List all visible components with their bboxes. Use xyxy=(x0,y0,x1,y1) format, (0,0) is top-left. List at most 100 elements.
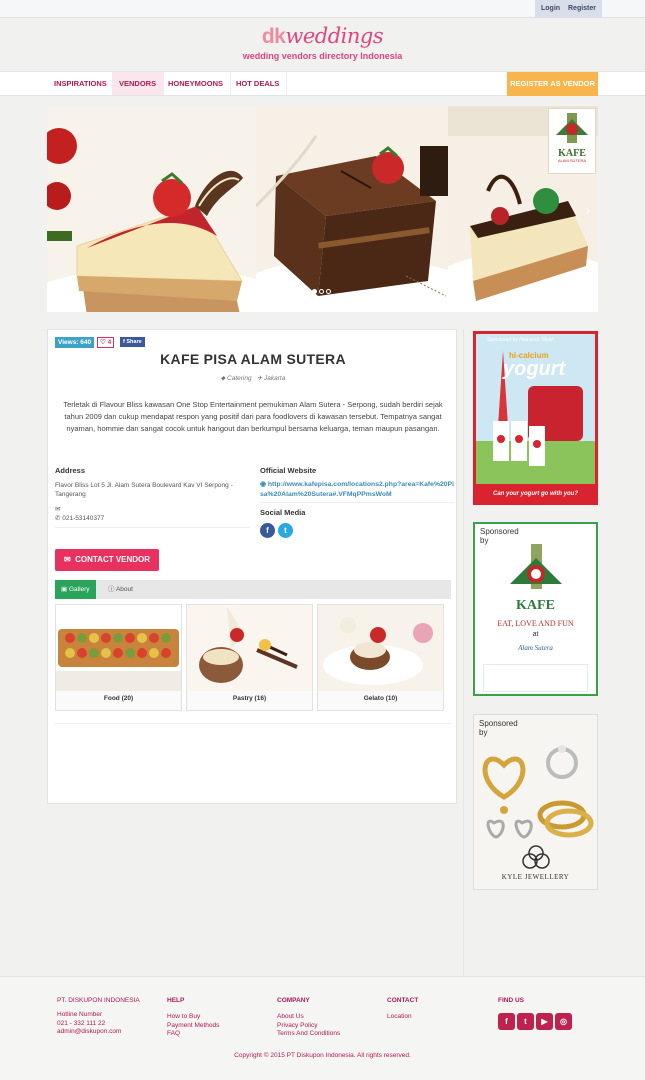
nav-item-vendors[interactable]: VENDORS xyxy=(112,72,165,95)
website-label: Official Website xyxy=(260,466,317,475)
ad-slogan: EAT, LOVE AND FUN xyxy=(497,619,574,628)
tab-gallery[interactable]: ▣ Gallery xyxy=(55,580,96,599)
site-footer: PT. DISKUPON INDONESIA Hotline Number 02… xyxy=(0,976,645,1080)
envelope-icon: ✉ xyxy=(63,555,71,564)
footer-help-title: HELP xyxy=(167,997,185,1004)
gallery-thumbnail xyxy=(56,605,181,691)
footer-company-info: PT. DISKUPON INDONESIA Hotline Number 02… xyxy=(57,997,157,1037)
carousel-next-icon[interactable]: › xyxy=(585,202,590,218)
divider xyxy=(260,502,455,503)
footer-contact: CONTACT Location xyxy=(387,997,418,1022)
gallery-caption: Pastry (16) xyxy=(232,695,267,702)
info-icon: ⓘ xyxy=(108,586,115,593)
footer-email-link[interactable]: admin@diskupon.com xyxy=(57,1028,157,1037)
nav-item-hot-deals[interactable]: HOT DEALS xyxy=(229,72,288,95)
footer-find-us: FIND US f t ▶ ◎ xyxy=(498,997,574,1030)
instagram-icon[interactable]: ◎ xyxy=(555,1013,572,1030)
nav-item-inspirations[interactable]: INSPIRATIONS xyxy=(47,72,115,95)
gallery-album-gelato[interactable]: Gelato (10) xyxy=(317,604,444,711)
twitter-icon[interactable]: t xyxy=(278,523,293,538)
sponsor-logo-kafe-pisa: KAFE ALAM SUTERA xyxy=(548,108,596,174)
footer-contact-title: CONTACT xyxy=(387,997,419,1004)
gallery-album-food[interactable]: Food (20) xyxy=(55,604,182,711)
vendor-tabs: ▣ Gallery ⓘ About xyxy=(55,580,451,599)
site-logo[interactable]: dkweddings xyxy=(262,24,384,48)
footer-help: HELP How to Buy Payment Methods FAQ xyxy=(167,997,219,1039)
vendor-city[interactable]: Jakarta xyxy=(264,375,285,382)
gallery-thumbnail xyxy=(318,605,443,691)
vendor-meta: ⬥ Catering ✈ Jakarta xyxy=(48,375,458,383)
ad-watermark xyxy=(483,664,588,692)
ad-tagline: Can your yogurt go with you? xyxy=(493,491,578,497)
footer-hotline: 021 - 332 111 22 xyxy=(57,1019,106,1027)
kyle-jewellery-logo-icon xyxy=(522,845,550,869)
vendor-description: Terletak di Flavour Bliss kawasan One St… xyxy=(63,400,443,433)
facebook-share-button[interactable]: f Share xyxy=(120,337,145,347)
footer-link-about-us[interactable]: About Us xyxy=(277,1013,340,1022)
vendor-website-link[interactable]: ◉ http://www.kafepisa.com/locations2.php… xyxy=(260,480,455,500)
tab-about[interactable]: ⓘ About xyxy=(102,580,139,599)
register-button[interactable]: Register xyxy=(562,0,603,18)
footer-link-faq[interactable]: FAQ xyxy=(167,1030,219,1039)
gallery-caption: Food (20) xyxy=(103,695,134,702)
ad-brand: KAFE xyxy=(516,598,555,613)
youtube-icon[interactable]: ▶ xyxy=(536,1013,553,1030)
divider xyxy=(55,723,451,724)
heart-icon: ♡ xyxy=(100,339,106,346)
image-icon: ▣ xyxy=(61,586,68,593)
address-label: Address xyxy=(55,466,86,475)
gallery-thumbnail xyxy=(187,605,312,691)
location-icon: ✈ xyxy=(257,375,263,382)
footer-link-terms[interactable]: Terms And Conditions xyxy=(277,1030,340,1039)
vendor-category[interactable]: Catering xyxy=(227,375,252,382)
footer-company: COMPANY About Us Privacy Policy Terms An… xyxy=(277,997,340,1039)
top-bar: Login Register xyxy=(0,0,645,18)
ad-heavenly-blush-yogurt[interactable]: Sponsored by Heavenly Blush hi-calcium y… xyxy=(473,331,598,505)
like-button[interactable]: ♡ 4 xyxy=(97,337,115,348)
gallery-album-pastry[interactable]: Pastry (16) xyxy=(186,604,313,711)
ad-sponsored-label: Sponsored by xyxy=(480,527,519,545)
twitter-icon[interactable]: t xyxy=(517,1013,534,1030)
contact-vendor-button[interactable]: ✉ CONTACT VENDOR xyxy=(55,549,159,571)
facebook-icon[interactable]: f xyxy=(260,523,275,538)
ad-product: yogurt xyxy=(503,358,566,380)
image-carousel[interactable]: KAFE ALAM SUTERA › xyxy=(47,106,598,312)
phone-icon: ✆ xyxy=(55,515,61,522)
carousel-dot-1[interactable] xyxy=(312,289,317,294)
envelope-icon: ✉ xyxy=(55,506,61,513)
footer-hotline-label: Hotline Number xyxy=(57,1011,103,1018)
carousel-dot-2[interactable] xyxy=(319,289,324,294)
nav-item-honeymoons[interactable]: HONEYMOONS xyxy=(161,72,232,95)
carousel-slide-chocolate-cake xyxy=(256,106,448,312)
brand-header: dkweddings wedding vendors directory Ind… xyxy=(0,24,645,61)
footer-findus-title: FIND US xyxy=(498,997,524,1004)
vendor-detail-panel: Views: 640 ♡ 4 f Share KAFE PISA ALAM SU… xyxy=(47,329,457,804)
ad-place: Alam Sutera xyxy=(518,644,553,652)
footer-copyright: Copyright © 2015 PT Diskupon Indonesia. … xyxy=(234,1052,411,1059)
divider xyxy=(55,527,250,528)
ad-at: at xyxy=(532,631,539,638)
footer-link-location[interactable]: Location xyxy=(387,1013,418,1022)
footer-link-payment-methods[interactable]: Payment Methods xyxy=(167,1022,219,1031)
vendor-name: KAFE PISA ALAM SUTERA xyxy=(160,351,346,367)
ad-kyle-jewellery[interactable]: Sponsored by KYLE JEWELLERY xyxy=(473,714,598,890)
facebook-icon[interactable]: f xyxy=(498,1013,515,1030)
footer-company-name: PT. DISKUPON INDONESIA xyxy=(57,997,140,1004)
ad-kafe-pisa[interactable]: Sponsored by KAFE EAT, LOVE AND FUN at Al… xyxy=(473,522,598,696)
footer-link-privacy-policy[interactable]: Privacy Policy xyxy=(277,1022,340,1031)
main-nav: INSPIRATIONS VENDORS HONEYMOONS HOT DEAL… xyxy=(0,71,645,96)
site-tagline: wedding vendors directory Indonesia xyxy=(242,51,403,61)
register-as-vendor-button[interactable]: REGISTER AS VENDOR xyxy=(507,72,598,96)
facebook-icon: f xyxy=(123,339,125,345)
social-links: ft xyxy=(260,523,296,538)
carousel-dot-3[interactable] xyxy=(326,289,331,294)
carousel-indicators xyxy=(311,287,332,296)
globe-icon: ◉ xyxy=(260,481,266,488)
social-media-label: Social Media xyxy=(260,508,306,517)
footer-link-how-to-buy[interactable]: How to Buy xyxy=(167,1013,219,1022)
carousel-slide-cheesecake-chocolate: KAFE ALAM SUTERA xyxy=(448,106,598,312)
gallery-caption: Gelato (10) xyxy=(363,695,398,702)
views-badge: Views: 640 xyxy=(55,337,95,348)
carousel-slide-cheesecake-strawberry xyxy=(47,106,256,312)
footer-company-title: COMPANY xyxy=(277,997,310,1004)
